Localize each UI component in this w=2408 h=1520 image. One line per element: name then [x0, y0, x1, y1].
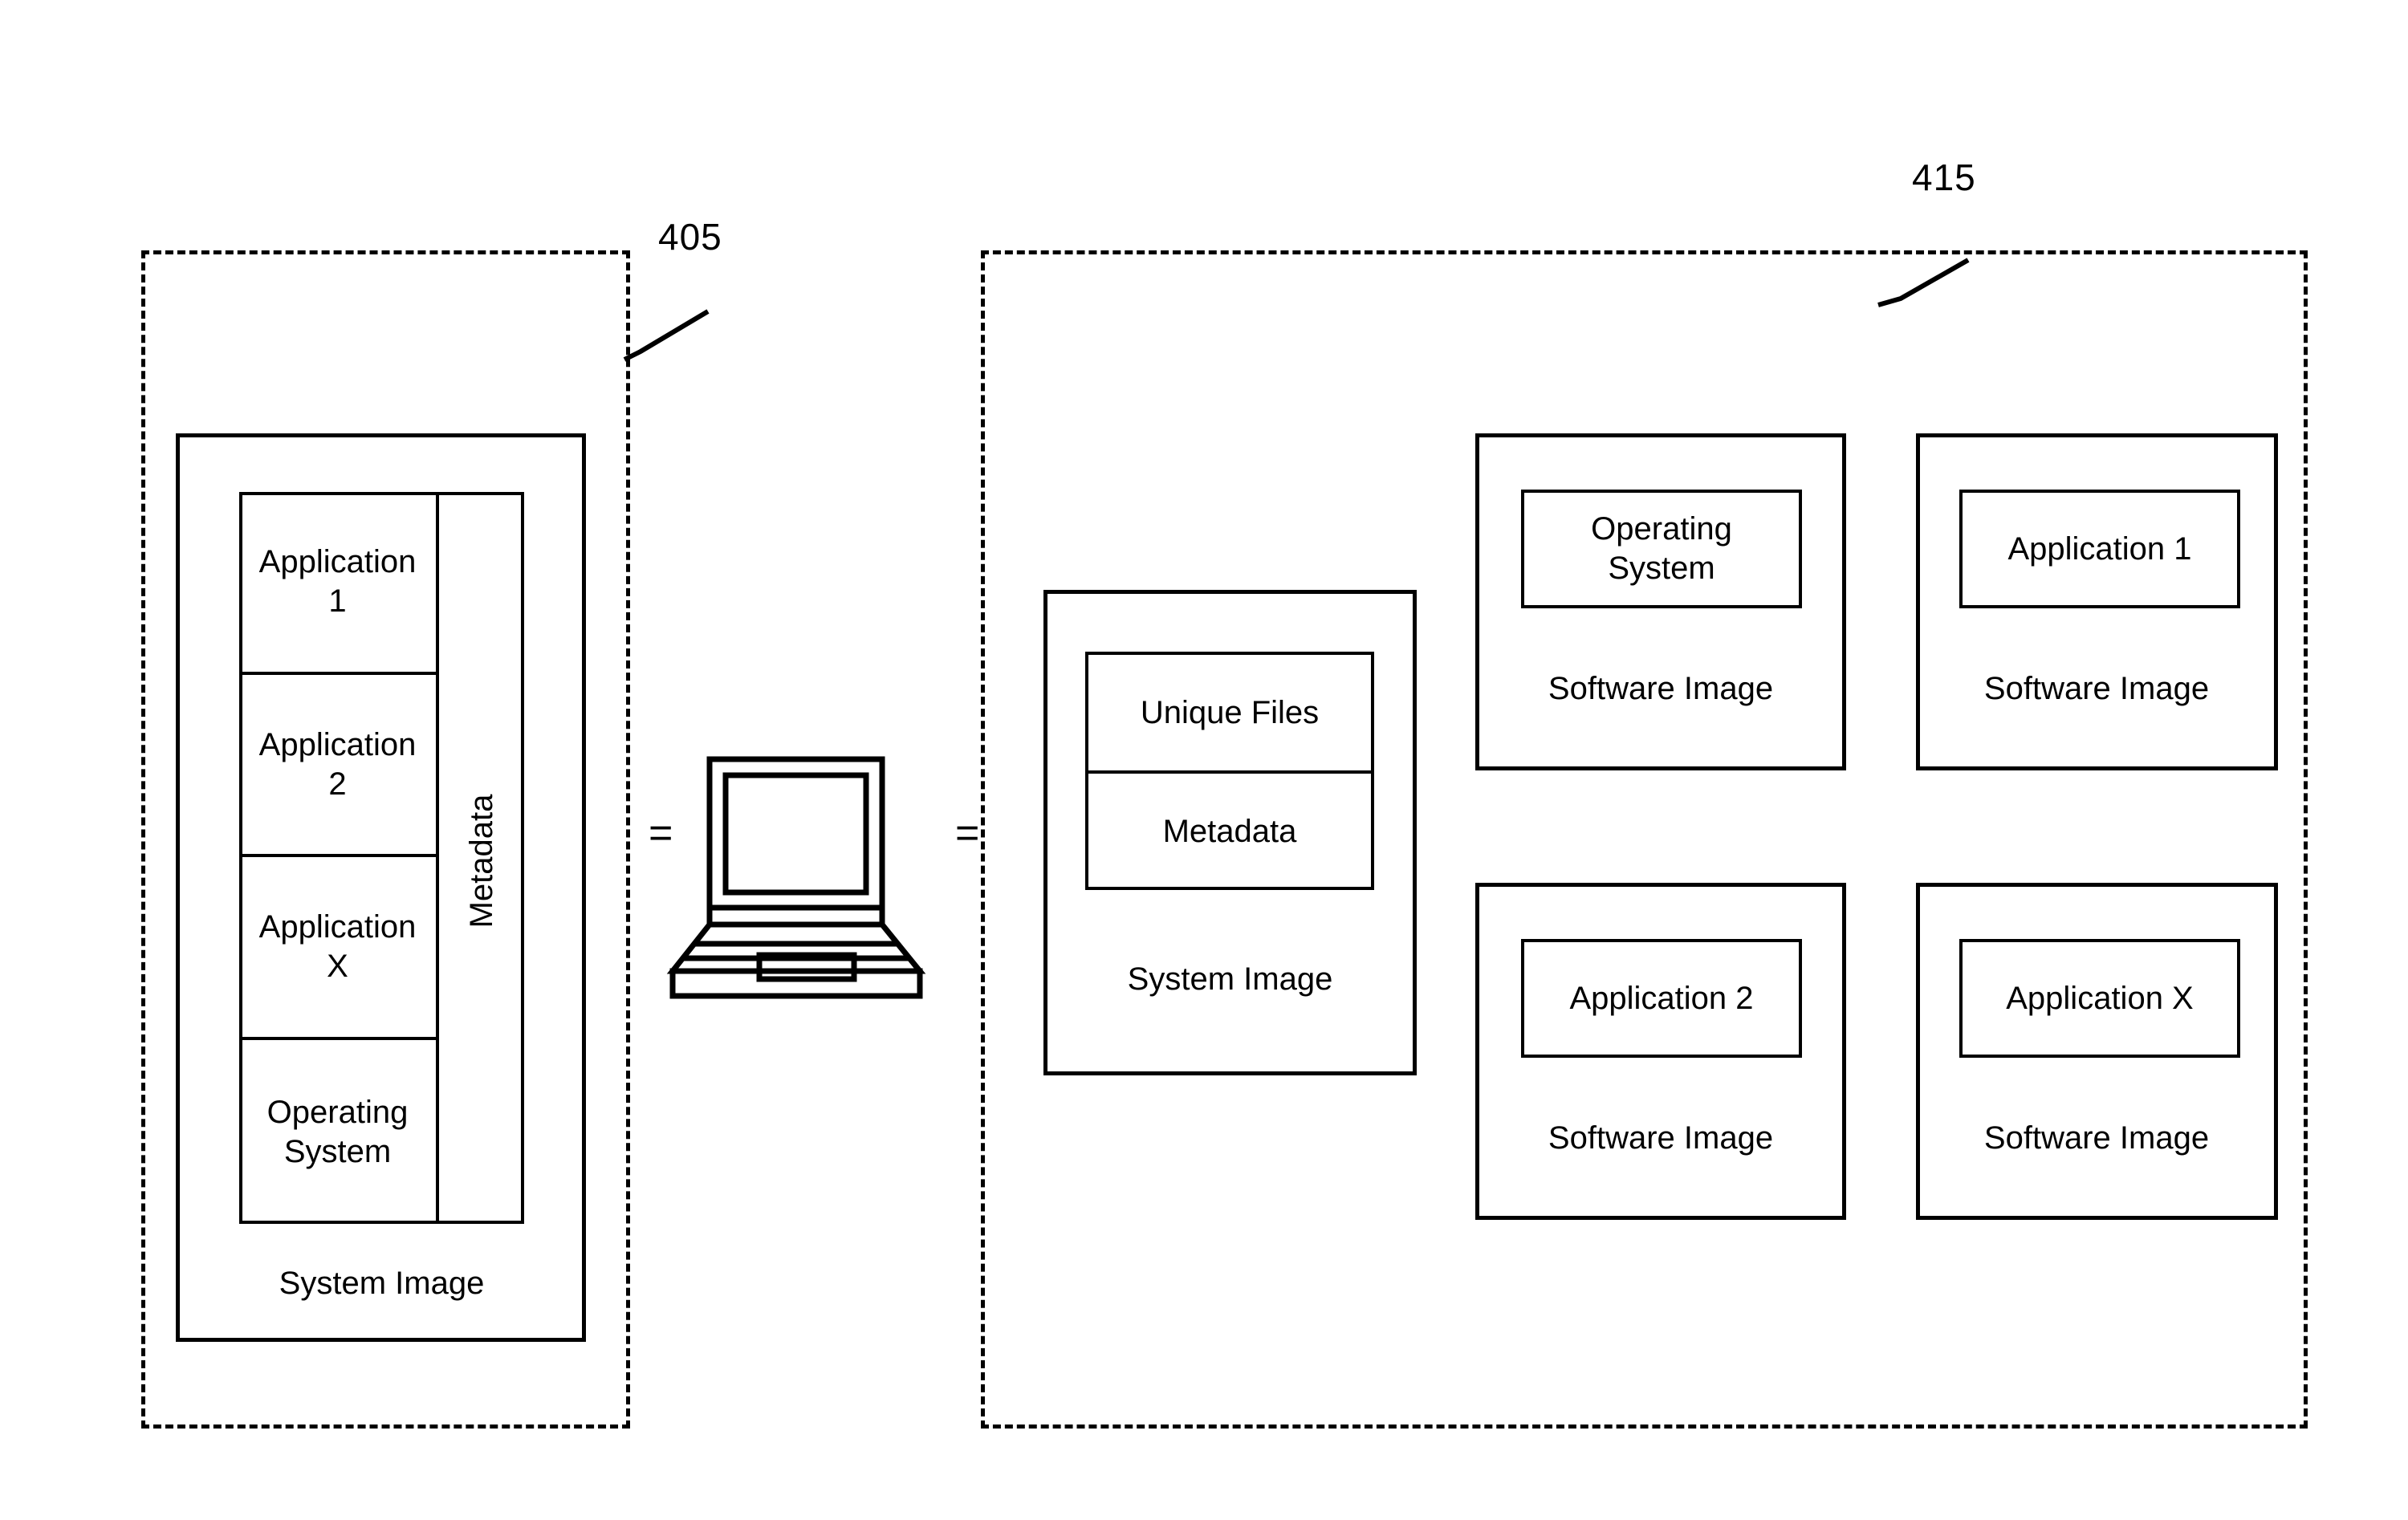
left-stack-metadata-column: Metadata	[439, 492, 524, 1224]
reference-number-415: 415	[1912, 156, 1976, 198]
stack-item-application-1: Application 1	[239, 492, 436, 675]
stack-item-application-2: Application 2	[239, 675, 436, 857]
software-image-caption-operating-system: Software Image	[1548, 670, 1774, 706]
metadata-vertical-label: Metadata	[464, 794, 499, 929]
system-image-row-unique-files: Unique Files	[1088, 655, 1371, 774]
right-system-image-caption: System Image	[1127, 961, 1333, 997]
software-image-caption-application-1: Software Image	[1983, 670, 2210, 706]
stack-item-operating-system: Operating System	[266, 1094, 409, 1169]
software-image-caption-application-x: Software Image	[1983, 1120, 2210, 1156]
system-image-row-metadata: Metadata	[1162, 814, 1297, 850]
software-image-inner-label-operating-system: Operating System	[1591, 511, 1732, 586]
left-system-image-caption: System Image	[279, 1265, 485, 1301]
left-stack-apps-column: Application 1 Application 2 Application …	[239, 492, 439, 1224]
reference-number-405: 405	[658, 216, 722, 258]
patent-figure-canvas: 405 Application 1 Application 2 Applicat…	[0, 0, 2408, 1520]
software-image-inner-label-application-x: Application X	[2006, 980, 2194, 1016]
leader-line-405	[623, 309, 710, 362]
laptop-icon	[663, 753, 960, 1026]
unique-files-metadata-frame: Unique Files Metadata	[1085, 652, 1374, 890]
software-image-inner-label-application-2: Application 2	[1569, 980, 1754, 1016]
software-image-caption-application-2: Software Image	[1548, 1120, 1774, 1156]
software-image-inner-label-application-1: Application 1	[2007, 530, 2192, 567]
stack-item-application-x: Application X	[239, 857, 436, 1040]
